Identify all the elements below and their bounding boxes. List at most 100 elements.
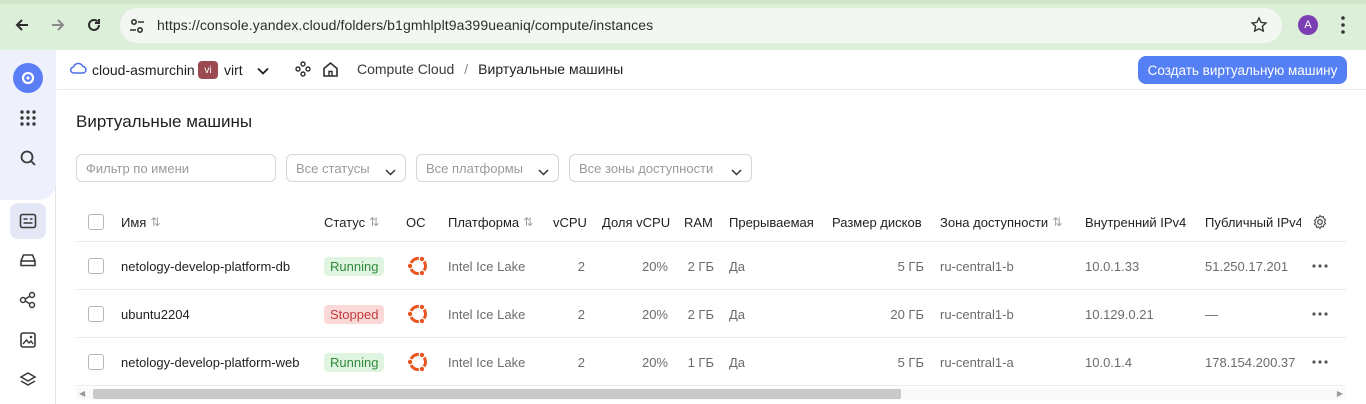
vcpu-share-cell: 20% [641,258,668,274]
cloud-selector[interactable]: cloud-asmurchin [69,61,195,78]
ram-cell: 2 ГБ [687,306,714,322]
zone-cell: ru-central1-b [940,306,1014,322]
name-filter-input[interactable]: Фильтр по имени [76,154,276,182]
platform-filter-value: Все платформы [426,161,523,176]
table-row[interactable]: netology-develop-platform-web Running Inte… [76,338,1346,386]
column-os: ОС [406,214,426,230]
status-filter-select[interactable]: Все статусы [286,154,406,182]
browser-toolbar: https://console.yandex.cloud/folders/b1g… [0,0,1366,50]
virtual-machines-icon[interactable] [10,203,46,239]
console-header: cloud-asmurchin vi virt Compute Cloud / … [57,50,1366,90]
public-ip-cell: — [1205,306,1218,322]
internal-ip-cell: 10.0.1.4 [1085,354,1132,370]
breadcrumb-service[interactable]: Compute Cloud [357,61,454,77]
vcpu-share-cell: 20% [641,306,668,322]
column-status[interactable]: Статус ⇅ [324,202,379,242]
back-icon[interactable] [10,13,34,37]
disks-icon[interactable] [12,244,44,276]
chevron-down-icon [538,164,549,179]
search-icon[interactable] [12,142,44,174]
disk-size-cell: 5 ГБ [897,354,924,370]
folder-badge: vi [198,61,218,79]
profile-avatar[interactable]: A [1298,15,1318,35]
column-public-ip: Публичный IPv4 [1205,214,1301,230]
browser-menu-icon[interactable] [1336,14,1350,41]
preemptible-cell: Да [729,306,746,322]
vcpu-cell: 2 [577,258,585,274]
column-platform[interactable]: Платформа ⇅ [448,202,533,242]
platform-cell: Intel Ice Lake [448,354,526,370]
services-icon[interactable] [295,61,311,77]
sort-icon: ⇅ [1052,215,1063,229]
status-badge: Running [324,352,385,372]
disk-size-cell: 5 ГБ [897,258,924,274]
preemptible-cell: Да [729,354,746,370]
url-text: https://console.yandex.cloud/folders/b1g… [157,17,654,33]
more-horizontal-icon[interactable] [1312,338,1328,386]
chevron-down-icon [385,164,396,179]
horizontal-scrollbar[interactable]: ◀ ▶ [76,388,1346,400]
ubuntu-icon [406,242,430,290]
platform-cell: Intel Ice Lake [448,258,526,274]
chevron-down-icon[interactable] [257,62,269,78]
status-filter-value: Все статусы [296,161,370,176]
public-ip-cell: 178.154.200.37 [1205,354,1296,370]
vm-name-link[interactable]: netology-develop-platform-db [121,242,290,290]
sort-icon: ⇅ [150,215,161,229]
column-internal-ip: Внутренний IPv4 [1085,214,1187,230]
placement-groups-icon[interactable] [12,284,44,316]
scrollbar-thumb[interactable] [93,389,901,399]
reload-icon[interactable] [82,13,106,37]
zone-cell: ru-central1-a [940,354,1014,370]
create-vm-button[interactable]: Создать виртуальную машину [1138,56,1347,84]
platform-filter-select[interactable]: Все платформы [416,154,559,182]
scroll-left-icon[interactable]: ◀ [79,389,85,398]
table-row[interactable]: netology-develop-platform-db Running Intel… [76,242,1346,290]
folder-selector[interactable]: vi virt [198,61,269,79]
ubuntu-icon [406,290,430,338]
row-checkbox[interactable] [88,290,104,338]
vm-name-link[interactable]: netology-develop-platform-web [121,338,299,386]
internal-ip-cell: 10.129.0.21 [1085,306,1154,322]
table-row[interactable]: ubuntu2204 Stopped Intel Ice Lake 2 20% 2 ГБ Д… [76,290,1346,338]
column-name[interactable]: Имя ⇅ [121,202,160,242]
status-badge: Running [324,256,385,276]
ram-cell: 1 ГБ [687,354,714,370]
row-checkbox[interactable] [88,242,104,290]
yandex-cloud-logo-icon[interactable] [12,62,44,94]
disk-size-cell: 20 ГБ [890,306,924,322]
status-cell: Stopped [324,290,385,338]
site-settings-icon[interactable] [128,17,146,40]
table-settings-gear-icon[interactable] [1312,202,1328,242]
zone-cell: ru-central1-b [940,258,1014,274]
cloud-icon [69,61,87,78]
internal-ip-cell: 10.0.1.33 [1085,258,1140,274]
snapshots-icon[interactable] [12,364,44,396]
column-disk-size: Размер дисков [832,214,922,230]
column-zone[interactable]: Зона доступности ⇅ [940,202,1062,242]
vcpu-cell: 2 [577,306,585,322]
vm-name-link[interactable]: ubuntu2204 [121,290,190,338]
column-vcpu-share: Доля vCPU [602,214,671,230]
more-horizontal-icon[interactable] [1312,242,1328,290]
status-cell: Running [324,338,385,386]
more-horizontal-icon[interactable] [1312,290,1328,338]
scroll-right-icon[interactable]: ▶ [1337,389,1343,398]
select-all-checkbox[interactable] [88,202,104,242]
preemptible-cell: Да [729,258,746,274]
ubuntu-icon [406,338,430,386]
breadcrumb-separator: / [464,61,469,77]
images-icon[interactable] [12,324,44,356]
row-checkbox[interactable] [88,338,104,386]
address-bar[interactable]: https://console.yandex.cloud/folders/b1g… [120,8,1282,43]
ram-cell: 2 ГБ [687,258,714,274]
bookmark-star-icon[interactable] [1250,16,1268,39]
public-ip-cell: 51.250.17.201 [1205,258,1289,274]
folder-name: virt [224,62,243,78]
zone-filter-select[interactable]: Все зоны доступности [569,154,752,182]
cloud-name: cloud-asmurchin [92,61,195,78]
all-services-icon[interactable] [12,102,44,134]
home-icon[interactable] [322,61,339,77]
forward-icon[interactable] [46,13,70,37]
chevron-down-icon [731,164,742,179]
